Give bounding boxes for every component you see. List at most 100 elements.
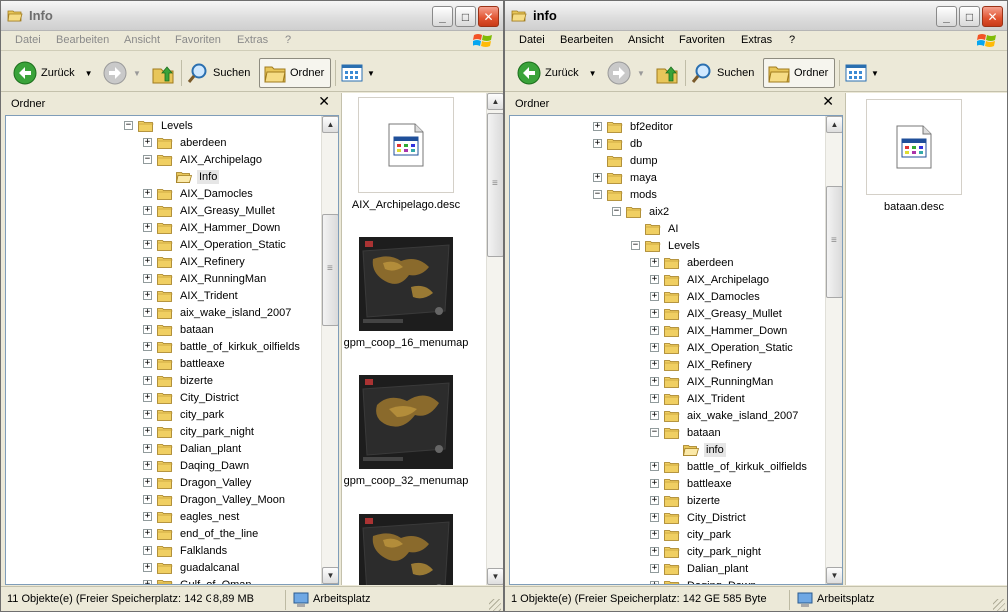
expand-icon[interactable]: + bbox=[650, 292, 659, 301]
back-button[interactable]: Zurück ▼ bbox=[517, 58, 597, 88]
menu-edit[interactable]: Bearbeiten bbox=[560, 34, 613, 46]
search-button[interactable]: Suchen bbox=[187, 58, 250, 88]
menu-tools[interactable]: Extras bbox=[237, 34, 268, 46]
expand-icon[interactable]: + bbox=[143, 274, 152, 283]
collapse-icon[interactable]: − bbox=[612, 207, 621, 216]
expand-icon[interactable]: + bbox=[143, 410, 152, 419]
tree-item[interactable]: + city_park bbox=[143, 406, 226, 423]
expand-icon[interactable]: + bbox=[143, 325, 152, 334]
dropdown-arrow-icon[interactable]: ▼ bbox=[589, 69, 597, 78]
tree-item[interactable]: + bataan bbox=[143, 321, 216, 338]
scroll-up-button[interactable]: ▲ bbox=[322, 116, 338, 133]
folders-button[interactable]: Ordner bbox=[259, 58, 331, 88]
tree-item[interactable]: + battle_of_kirkuk_oilfields bbox=[143, 338, 302, 355]
dropdown-arrow-icon[interactable]: ▼ bbox=[85, 69, 93, 78]
collapse-icon[interactable]: − bbox=[650, 428, 659, 437]
expand-icon[interactable]: + bbox=[143, 308, 152, 317]
menu-edit[interactable]: Bearbeiten bbox=[56, 34, 109, 46]
tree-item[interactable]: + AIX_RunningMan bbox=[143, 270, 268, 287]
tree-item[interactable]: + db bbox=[593, 135, 644, 152]
search-button[interactable]: Suchen bbox=[691, 58, 754, 88]
tree-scrollbar[interactable]: ▲ ▼ bbox=[825, 116, 842, 584]
expand-icon[interactable]: + bbox=[650, 411, 659, 420]
back-button[interactable]: Zurück ▼ bbox=[13, 58, 93, 88]
expand-icon[interactable]: + bbox=[650, 394, 659, 403]
tree-item[interactable]: + battle_of_kirkuk_oilfields bbox=[650, 458, 809, 475]
maximize-button[interactable]: □ bbox=[959, 6, 980, 27]
tree-item[interactable]: + battleaxe bbox=[650, 475, 734, 492]
scroll-up-button[interactable]: ▲ bbox=[826, 116, 842, 133]
tree-item[interactable]: + aix_wake_island_2007 bbox=[650, 407, 800, 424]
close-pane-icon[interactable]: ✕ bbox=[318, 93, 330, 110]
expand-icon[interactable]: + bbox=[593, 139, 602, 148]
dropdown-arrow-icon[interactable]: ▼ bbox=[637, 69, 645, 78]
expand-icon[interactable]: + bbox=[143, 495, 152, 504]
forward-button[interactable]: ▼ bbox=[607, 58, 645, 88]
close-button[interactable]: ✕ bbox=[478, 6, 499, 27]
tree-item[interactable]: + AIX_Trident bbox=[143, 287, 240, 304]
menu-file[interactable]: Datei bbox=[519, 34, 545, 46]
tree-item[interactable]: + AIX_Greasy_Mullet bbox=[650, 305, 784, 322]
expand-icon[interactable]: + bbox=[143, 478, 152, 487]
expand-icon[interactable]: + bbox=[650, 513, 659, 522]
dropdown-arrow-icon[interactable]: ▼ bbox=[133, 69, 141, 78]
close-pane-icon[interactable]: ✕ bbox=[822, 93, 834, 110]
title-bar[interactable]: info _ □ ✕ bbox=[505, 1, 1007, 31]
expand-icon[interactable]: + bbox=[650, 258, 659, 267]
expand-icon[interactable]: + bbox=[143, 257, 152, 266]
expand-icon[interactable]: + bbox=[593, 122, 602, 131]
tree-item[interactable]: + city_park bbox=[650, 526, 733, 543]
expand-icon[interactable]: + bbox=[650, 275, 659, 284]
tree-item[interactable]: + AIX_Damocles bbox=[143, 185, 255, 202]
expand-icon[interactable]: + bbox=[143, 189, 152, 198]
tree-item[interactable]: + Dragon_Valley bbox=[143, 474, 253, 491]
tree-item[interactable]: + AIX_Greasy_Mullet bbox=[143, 202, 277, 219]
expand-icon[interactable]: + bbox=[143, 546, 152, 555]
tree-item[interactable]: info bbox=[669, 441, 726, 458]
dropdown-arrow-icon[interactable]: ▼ bbox=[367, 69, 375, 78]
menu-favorites[interactable]: Favoriten bbox=[175, 34, 221, 46]
folder-tree[interactable]: ▲ ▼ +bf2editor+dbdump+maya−mods−aix2AI−L… bbox=[509, 115, 843, 585]
expand-icon[interactable]: + bbox=[650, 530, 659, 539]
tree-item[interactable]: + eagles_nest bbox=[143, 508, 241, 525]
collapse-icon[interactable]: − bbox=[593, 190, 602, 199]
file-item[interactable]: bataan.desc bbox=[846, 99, 984, 213]
tree-item[interactable]: + AIX_Hammer_Down bbox=[143, 219, 282, 236]
file-item[interactable] bbox=[342, 514, 476, 585]
resize-grip[interactable] bbox=[489, 599, 501, 611]
expand-icon[interactable]: + bbox=[650, 309, 659, 318]
expand-icon[interactable]: + bbox=[650, 326, 659, 335]
expand-icon[interactable]: + bbox=[143, 291, 152, 300]
tree-item[interactable]: + end_of_the_line bbox=[143, 525, 260, 542]
expand-icon[interactable]: + bbox=[650, 479, 659, 488]
tree-item[interactable]: AI bbox=[631, 220, 680, 237]
menu-help[interactable]: ? bbox=[285, 34, 291, 46]
tree-item[interactable]: + city_park_night bbox=[650, 543, 763, 560]
tree-item[interactable]: + bizerte bbox=[143, 372, 215, 389]
folders-button[interactable]: Ordner bbox=[763, 58, 835, 88]
file-item[interactable]: gpm_coop_32_menumap bbox=[342, 375, 476, 487]
tree-item[interactable]: + battleaxe bbox=[143, 355, 227, 372]
expand-icon[interactable]: + bbox=[650, 360, 659, 369]
scroll-down-button[interactable]: ▼ bbox=[322, 567, 338, 584]
file-item[interactable]: gpm_coop_16_menumap bbox=[342, 237, 476, 349]
expand-icon[interactable]: + bbox=[143, 206, 152, 215]
expand-icon[interactable]: + bbox=[143, 444, 152, 453]
expand-icon[interactable]: + bbox=[143, 223, 152, 232]
expand-icon[interactable]: + bbox=[143, 359, 152, 368]
collapse-icon[interactable]: − bbox=[143, 155, 152, 164]
menu-view[interactable]: Ansicht bbox=[628, 34, 664, 46]
expand-icon[interactable]: + bbox=[650, 343, 659, 352]
expand-icon[interactable]: + bbox=[143, 376, 152, 385]
tree-item[interactable]: + bf2editor bbox=[593, 118, 675, 135]
tree-item[interactable]: − AIX_Archipelago bbox=[143, 151, 264, 168]
expand-icon[interactable]: + bbox=[650, 496, 659, 505]
scroll-up-button[interactable]: ▲ bbox=[487, 93, 503, 110]
expand-icon[interactable]: + bbox=[650, 377, 659, 386]
scroll-thumb[interactable] bbox=[322, 214, 338, 326]
dropdown-arrow-icon[interactable]: ▼ bbox=[871, 69, 879, 78]
expand-icon[interactable]: + bbox=[143, 342, 152, 351]
title-bar[interactable]: Info _ □ ✕ bbox=[1, 1, 503, 31]
tree-item[interactable]: − bataan bbox=[650, 424, 723, 441]
tree-item[interactable]: − Levels bbox=[124, 117, 195, 134]
